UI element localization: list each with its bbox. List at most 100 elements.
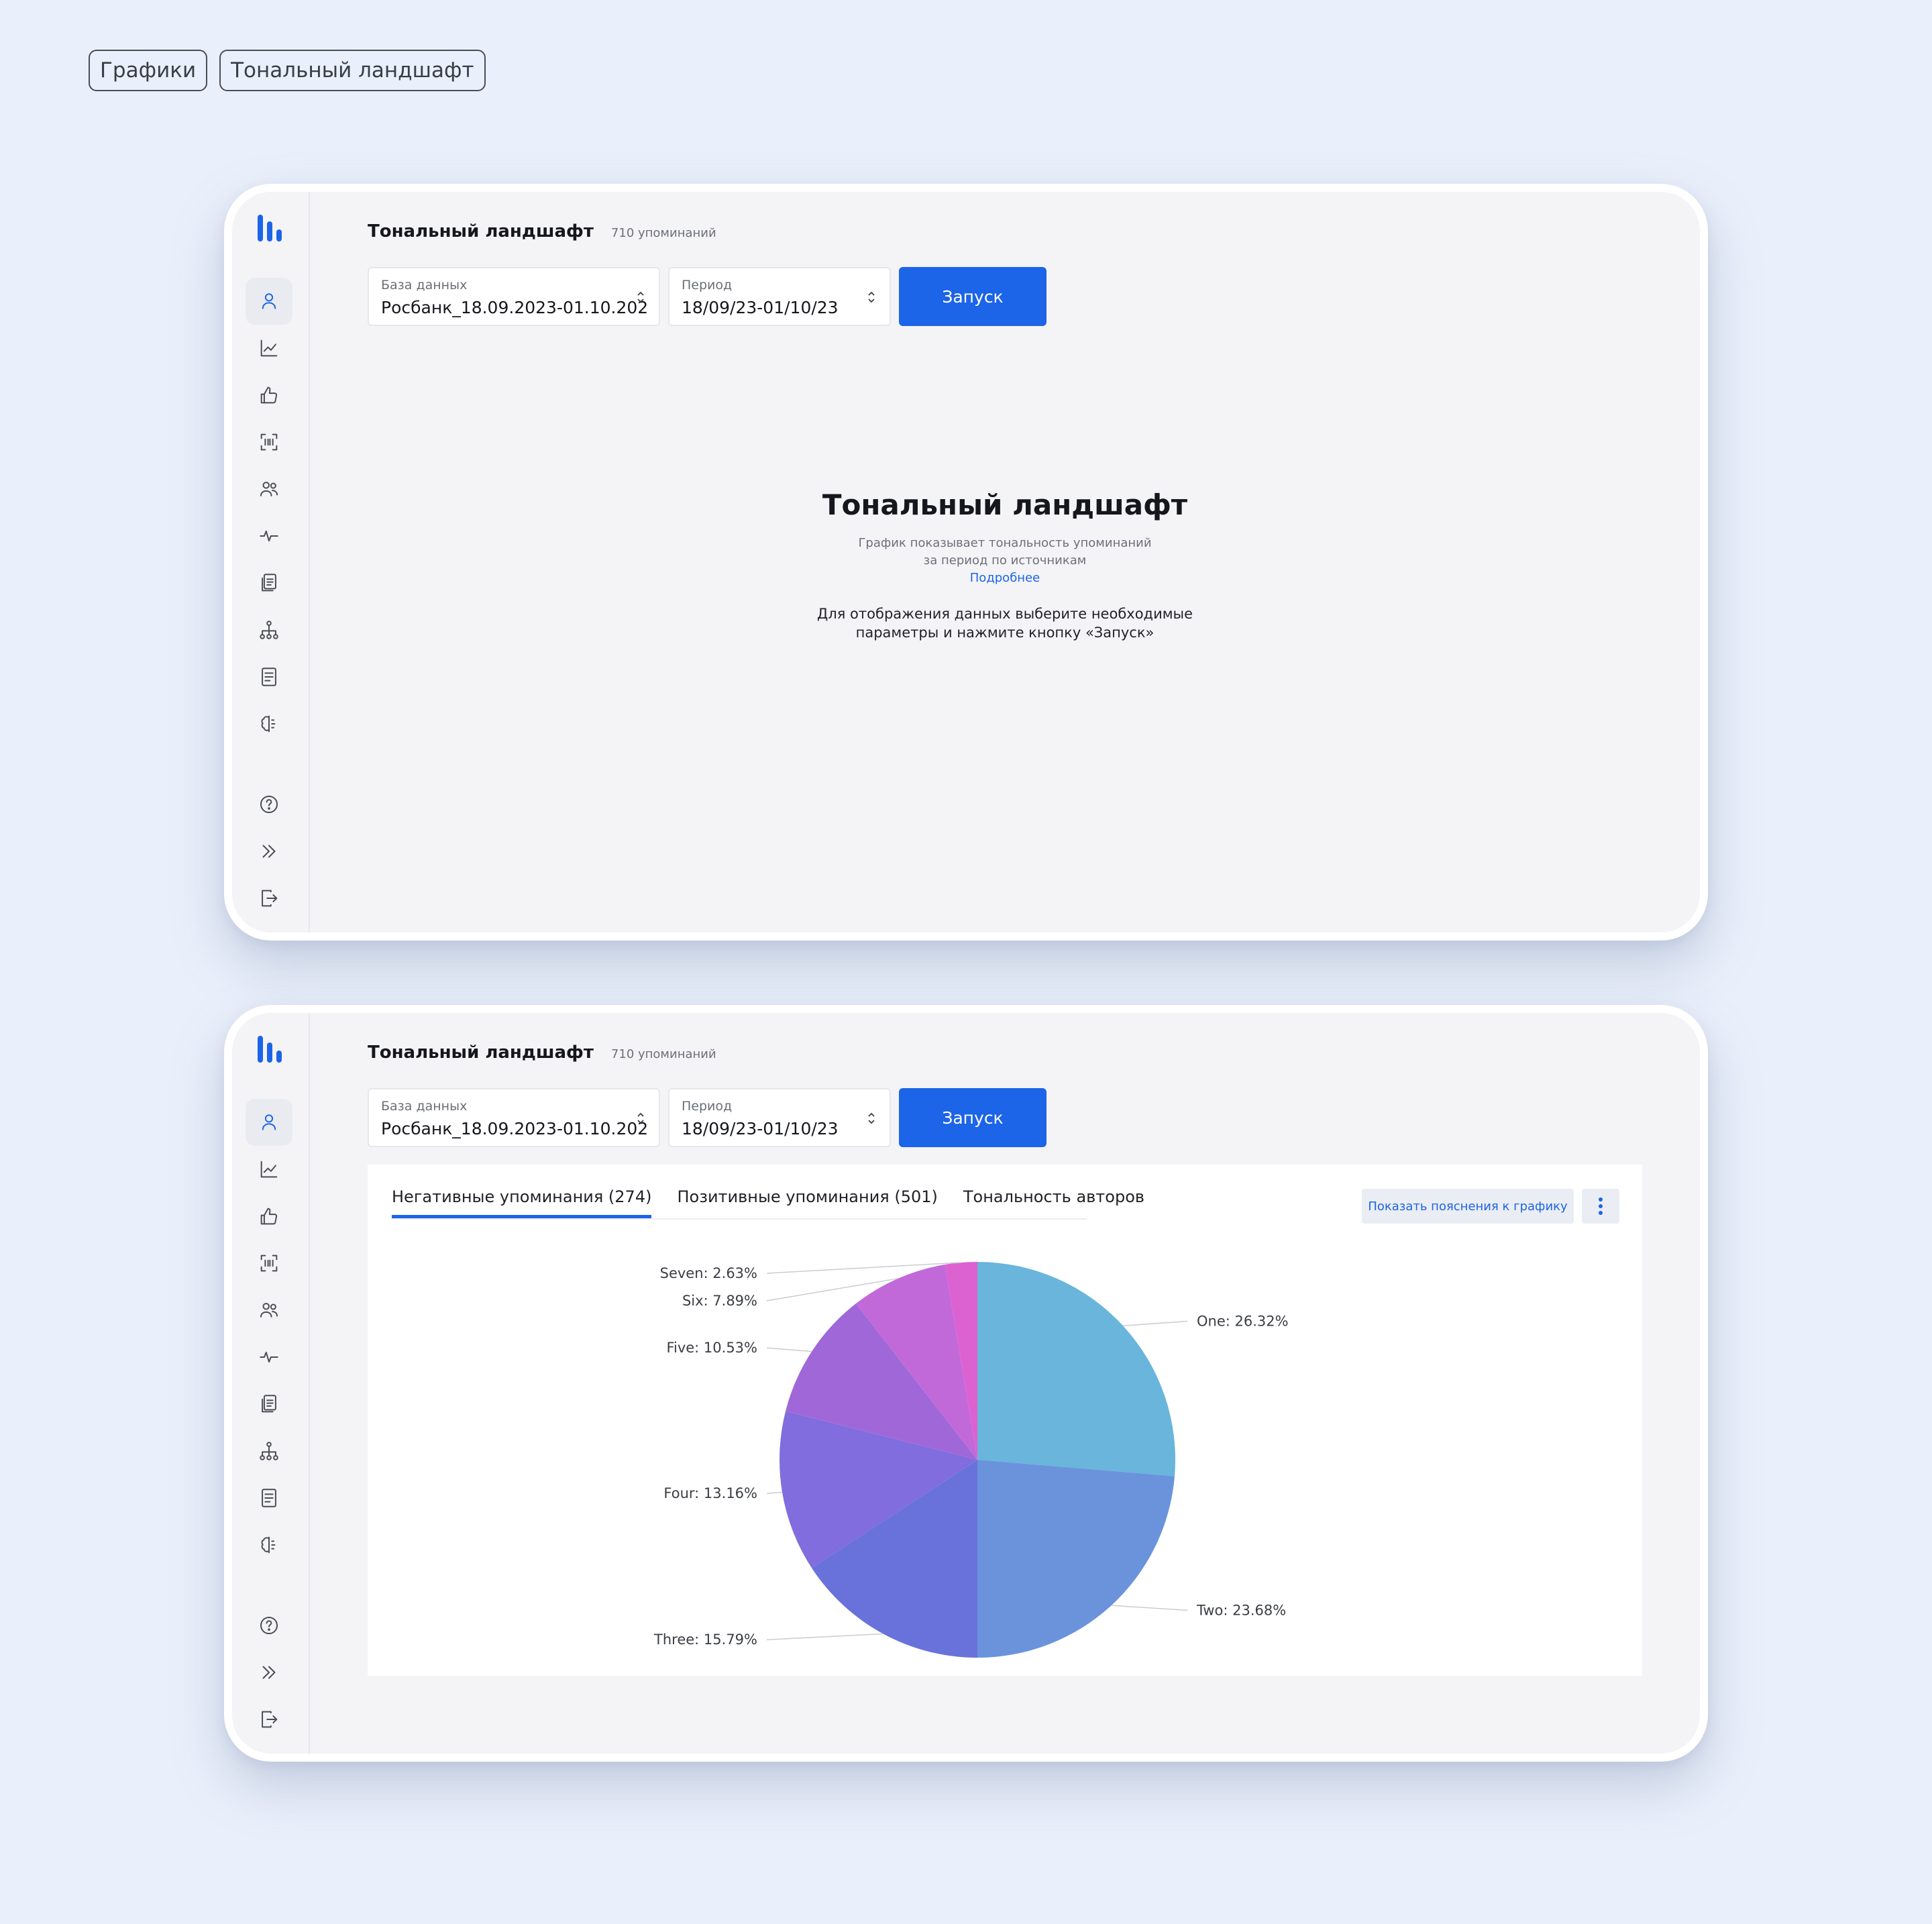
sidebar-item-brain[interactable] bbox=[246, 700, 292, 747]
mentions-count: 710 упоминаний bbox=[610, 226, 716, 240]
scan-icon bbox=[260, 1254, 278, 1272]
expand-icon bbox=[262, 845, 276, 858]
hierarchy-icon bbox=[260, 621, 278, 639]
mentions-count: 710 упоминаний bbox=[610, 1047, 716, 1061]
sidebar-item-help[interactable] bbox=[246, 1602, 292, 1649]
sidebar bbox=[232, 192, 310, 932]
run-button[interactable]: Запуск bbox=[899, 267, 1046, 326]
sidebar-item-help[interactable] bbox=[246, 781, 292, 828]
main-content: Тональный ландшафт 710 упоминаний База д… bbox=[310, 192, 1700, 932]
pie-slice[interactable] bbox=[977, 1460, 1175, 1658]
database-select[interactable]: База данных Росбанк_18.09.2023-01.10.202 bbox=[368, 267, 660, 326]
brain-icon bbox=[261, 1536, 276, 1554]
sidebar-item-user[interactable] bbox=[246, 1099, 292, 1146]
tag-tonal-landscape[interactable]: Тональный ландшафт bbox=[219, 50, 486, 91]
sidebar-item-hierarchy[interactable] bbox=[246, 1428, 292, 1475]
sidebar-item-users[interactable] bbox=[246, 466, 292, 513]
sidebar-item-expand[interactable] bbox=[246, 1649, 292, 1696]
hierarchy-icon bbox=[260, 1442, 278, 1460]
pie-label-connector bbox=[1123, 1320, 1188, 1326]
pie-chart: One: 26.32% Two: 23.68% Three: 15.79% Four:… bbox=[653, 1262, 1289, 1658]
run-button[interactable]: Запуск bbox=[899, 1088, 1046, 1147]
users-icon bbox=[260, 482, 278, 496]
pie-label-connector bbox=[1111, 1605, 1188, 1611]
sidebar-item-brain[interactable] bbox=[246, 1521, 292, 1568]
main-content: Тональный ландшафт 710 упоминаний База д… bbox=[310, 1013, 1700, 1754]
pulse-icon bbox=[260, 530, 278, 542]
chevron-updown-icon bbox=[637, 1112, 644, 1124]
sidebar-item-report[interactable] bbox=[246, 653, 292, 700]
user-icon bbox=[262, 1114, 276, 1130]
device-frame-chart-state: Тональный ландшафт 710 упоминаний База д… bbox=[224, 1005, 1708, 1762]
period-select-label: Период bbox=[682, 278, 733, 292]
pie-slice[interactable] bbox=[977, 1262, 1175, 1477]
period-select-value: 18/09/23-01/10/23 bbox=[682, 1119, 839, 1138]
page-title: Тональный ландшафт bbox=[368, 1043, 594, 1063]
thumbs-up-icon bbox=[260, 1208, 278, 1225]
pie-slice-label: Two: 23.68% bbox=[1196, 1602, 1286, 1618]
sidebar-item-chart-line[interactable] bbox=[246, 325, 292, 372]
tag-charts[interactable]: Графики bbox=[89, 50, 208, 91]
thumbs-up-icon bbox=[260, 386, 278, 404]
sidebar-item-report[interactable] bbox=[246, 1475, 292, 1521]
period-select-label: Период bbox=[682, 1099, 733, 1114]
chevron-updown-icon bbox=[637, 291, 644, 303]
chart-line-icon bbox=[260, 339, 278, 357]
sidebar-item-users[interactable] bbox=[246, 1287, 292, 1334]
sidebar-item-pulse[interactable] bbox=[246, 1334, 292, 1381]
sidebar-item-thumbs-up[interactable] bbox=[246, 372, 292, 419]
help-icon bbox=[260, 795, 278, 814]
users-icon bbox=[260, 1303, 278, 1318]
empty-state-description-line2: за период по источникам bbox=[923, 553, 1087, 568]
brain-icon bbox=[261, 715, 276, 733]
sidebar-item-scan[interactable] bbox=[246, 419, 292, 466]
sidebar-item-expand[interactable] bbox=[246, 828, 292, 875]
chevron-updown-icon bbox=[868, 1112, 875, 1124]
empty-state-title: Тональный ландшафт bbox=[822, 488, 1188, 521]
report-icon bbox=[262, 1489, 276, 1507]
sidebar-item-thumbs-up[interactable] bbox=[246, 1193, 292, 1240]
empty-state: Тональный ландшафт График показывает тон… bbox=[310, 488, 1700, 642]
sidebar-item-hierarchy[interactable] bbox=[246, 606, 292, 653]
sidebar-item-user[interactable] bbox=[246, 278, 292, 325]
user-icon bbox=[262, 293, 276, 309]
sidebar-item-documents[interactable] bbox=[246, 1381, 292, 1428]
breadcrumb-tags: Графики Тональный ландшафт bbox=[89, 50, 486, 91]
documents-icon bbox=[262, 574, 276, 592]
page-title: Тональный ландшафт bbox=[368, 221, 594, 242]
sidebar-item-documents[interactable] bbox=[246, 559, 292, 606]
more-info-link[interactable]: Подробнее bbox=[310, 570, 1700, 587]
pie-slice-label: Six: 7.89% bbox=[682, 1293, 757, 1309]
database-select-label: База данных bbox=[381, 278, 468, 292]
database-select-label: База данных bbox=[381, 1099, 468, 1114]
app-logo-icon bbox=[258, 215, 282, 242]
app-screen: Тональный ландшафт 710 упоминаний База д… bbox=[232, 1013, 1700, 1754]
documents-icon bbox=[262, 1395, 276, 1413]
help-icon bbox=[260, 1616, 278, 1635]
pulse-icon bbox=[260, 1351, 278, 1363]
pie-slice-label: Three: 15.79% bbox=[653, 1632, 757, 1648]
empty-state-hint-line1: Для отображения данных выберите необходи… bbox=[816, 606, 1193, 622]
pie-label-connector bbox=[766, 1633, 883, 1640]
period-select[interactable]: Период 18/09/23-01/10/23 bbox=[668, 1088, 891, 1147]
sidebar-item-logout[interactable] bbox=[246, 1696, 292, 1743]
chart-card: Негативные упоминания (274) Позитивные у… bbox=[368, 1165, 1642, 1676]
pie-label-connector bbox=[766, 1347, 812, 1352]
database-select-value: Росбанк_18.09.2023-01.10.202 bbox=[381, 1119, 649, 1138]
report-icon bbox=[262, 667, 276, 686]
chart-line-icon bbox=[260, 1161, 278, 1178]
pie-slice-label: Five: 10.53% bbox=[666, 1340, 757, 1356]
sidebar bbox=[232, 1013, 310, 1754]
pie-slice-label: One: 26.32% bbox=[1197, 1313, 1289, 1329]
pie-label-connector bbox=[766, 1491, 783, 1494]
database-select[interactable]: База данных Росбанк_18.09.2023-01.10.202 bbox=[368, 1088, 660, 1147]
sidebar-item-pulse[interactable] bbox=[246, 513, 292, 559]
sidebar-item-logout[interactable] bbox=[246, 875, 292, 922]
app-logo-icon bbox=[258, 1036, 282, 1063]
logout-icon bbox=[262, 890, 278, 907]
pie-slice-label: Four: 13.16% bbox=[663, 1485, 757, 1501]
sidebar-item-scan[interactable] bbox=[246, 1240, 292, 1287]
sidebar-item-chart-line[interactable] bbox=[246, 1146, 292, 1193]
period-select[interactable]: Период 18/09/23-01/10/23 bbox=[668, 267, 891, 326]
empty-state-description-line1: График показывает тональность упоминаний bbox=[858, 536, 1152, 550]
